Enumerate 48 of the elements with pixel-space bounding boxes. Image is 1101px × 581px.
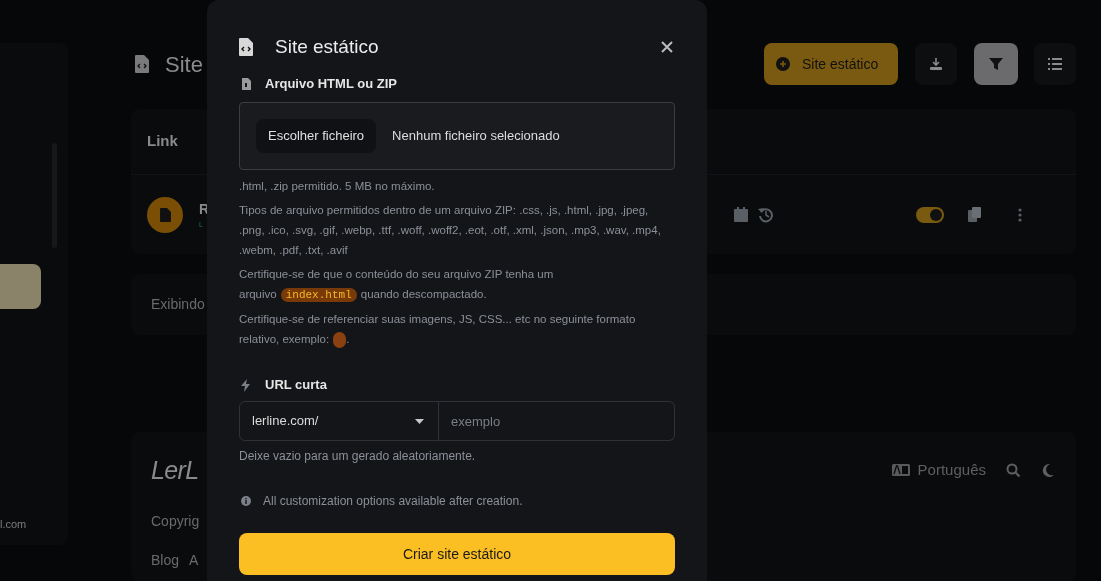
- calendar-icon: [734, 207, 749, 223]
- dialog-title: Site estático: [275, 34, 379, 59]
- file-status-text: Nenhum ficheiro selecionado: [392, 127, 560, 146]
- column-header: Link: [147, 131, 178, 152]
- filter-button[interactable]: [974, 43, 1018, 85]
- list-button[interactable]: [1034, 43, 1076, 85]
- help-text: Tipos de arquivo permitidos dentro de um arquivo ZIP: .css, .js, .html, .jpg, .jpeg, .png, .ico, .svg, .gif, .webp, .ttf, .woff, .woff2, .eot, .otf, .xml, .json, .mp3, .wav, .mp4, .webm, .pdf, .txt, .avif: [239, 203, 662, 258]
- page-title: Site: [165, 50, 203, 79]
- sidebar-footer-text: l.com: [0, 517, 27, 532]
- lightning-icon: [241, 378, 250, 392]
- file-code-icon: [147, 196, 183, 233]
- copyright-text: Copyrig: [151, 511, 200, 531]
- caret-icon: [415, 418, 424, 424]
- download-button[interactable]: [915, 43, 957, 85]
- plus-circle-icon: [776, 57, 790, 71]
- help-text: Certifique-se de referenciar suas imagens, JS, CSS... etc no seguinte formato relativo, exemplo: .: [239, 309, 675, 349]
- more-options-button[interactable]: [1018, 207, 1022, 222]
- info-text: All customization options available after creation.: [263, 493, 523, 510]
- close-button[interactable]: [661, 41, 673, 53]
- submit-button[interactable]: Criar site estático: [239, 533, 675, 575]
- list-icon: [1048, 58, 1062, 70]
- filter-icon: [989, 57, 1003, 71]
- help-text: Certifique-se de que o conteúdo do seu arquivo ZIP tenha um arquivo index.html quando descompactado.: [239, 267, 555, 304]
- info-icon: [241, 496, 251, 506]
- section-label: Arquivo HTML ou ZIP: [265, 75, 397, 94]
- create-site-button[interactable]: Site estático: [764, 43, 898, 85]
- history-icon: [758, 206, 775, 223]
- download-icon: [929, 57, 943, 71]
- logo[interactable]: LerL: [151, 451, 199, 490]
- toggle-switch[interactable]: [916, 206, 944, 223]
- copy-button[interactable]: [968, 207, 981, 223]
- section-label: URL curta: [265, 376, 327, 395]
- help-text: .html, .zip permitido. 5 MB no máximo.: [239, 179, 436, 194]
- search-button[interactable]: [1006, 462, 1021, 478]
- footer-link[interactable]: A: [189, 549, 199, 571]
- language-selector[interactable]: Português: [917, 458, 986, 482]
- file-code-icon: [239, 38, 253, 56]
- zip-file-icon: [242, 78, 251, 90]
- file-code-icon: [135, 55, 149, 73]
- choose-file-button[interactable]: Escolher ficheiro: [256, 119, 377, 153]
- pagination-text: Exibindo: [151, 295, 205, 315]
- slug-input[interactable]: exemplo: [439, 401, 675, 441]
- footer-link[interactable]: Blog: [151, 549, 180, 571]
- domain-dropdown[interactable]: lerline.com/: [239, 401, 439, 441]
- language-icon: [891, 464, 910, 477]
- help-text: Deixe vazio para um gerado aleatoriamente.: [239, 448, 477, 465]
- file-input[interactable]: Escolher ficheiro Nenhum ficheiro selecionado: [239, 102, 675, 170]
- dark-mode-button[interactable]: [1042, 463, 1054, 477]
